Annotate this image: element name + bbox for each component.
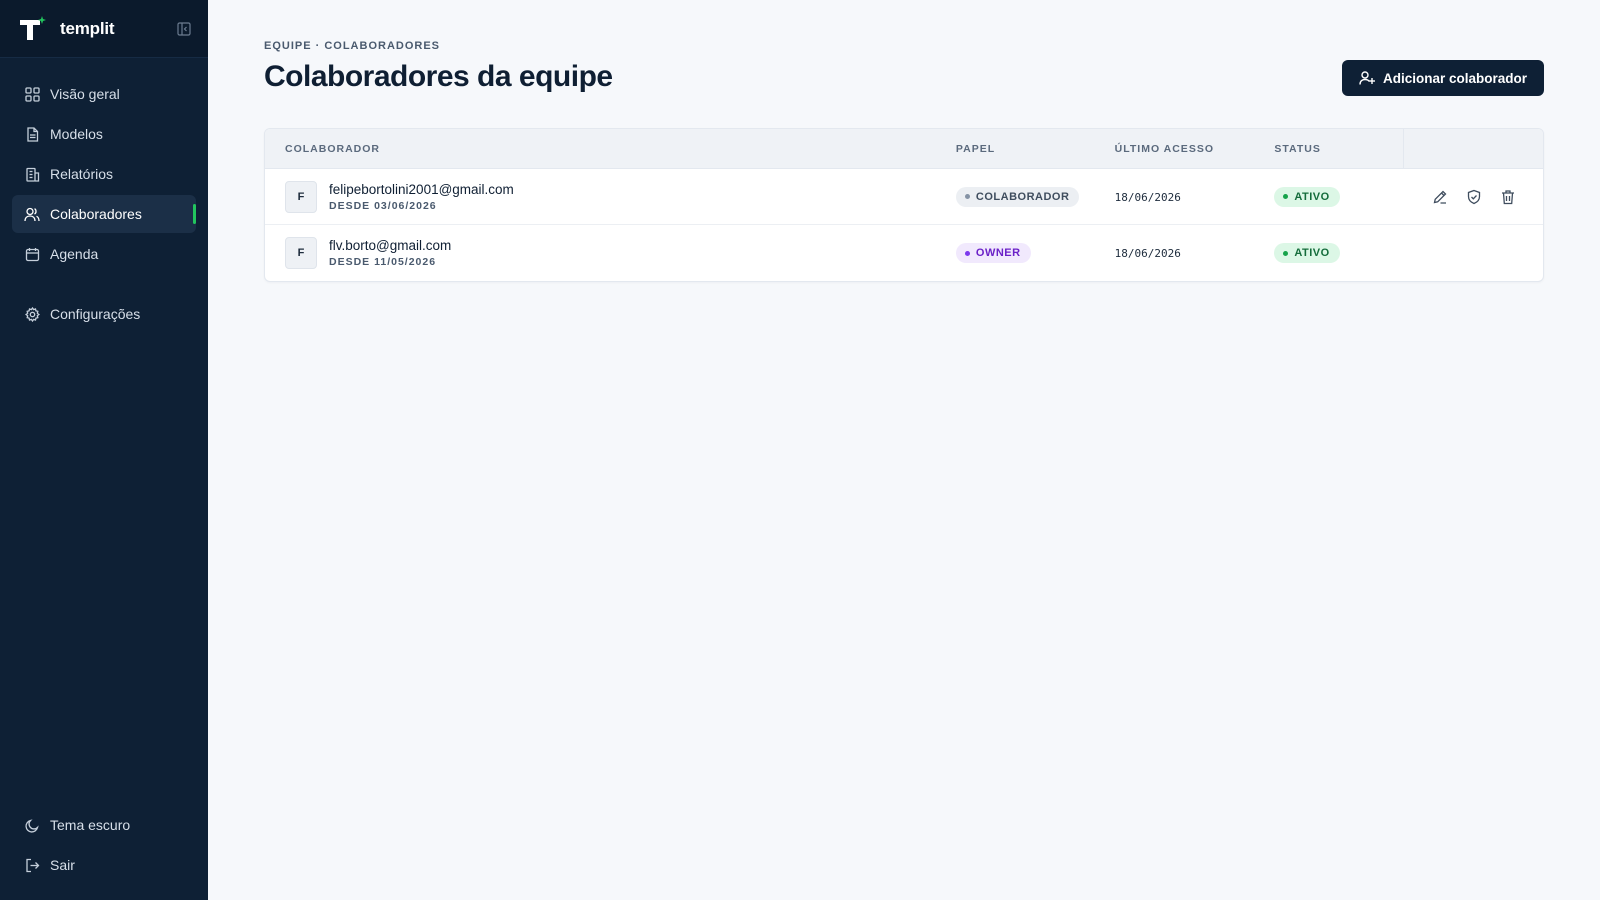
page-title: Colaboradores da equipe — [264, 60, 613, 93]
column-header-status[interactable]: STATUS — [1274, 129, 1405, 169]
status-cell: ATIVO — [1274, 186, 1404, 207]
collapse-sidebar-icon[interactable] — [177, 22, 191, 36]
sidebar-item-label: Relatórios — [50, 166, 114, 182]
badge-dot — [964, 250, 970, 256]
add-collaborator-label: Adicionar colaborador — [1382, 70, 1527, 86]
users-icon — [24, 206, 40, 222]
sidebar-item-visao-geral[interactable]: Visão geral — [12, 75, 196, 113]
sidebar-item-label: Tema escuro — [50, 817, 131, 833]
document-icon — [24, 126, 40, 142]
logout-icon — [24, 857, 40, 873]
badge-dot — [964, 194, 970, 200]
brand-name: templit — [60, 18, 115, 38]
role-badge: OWNER — [955, 243, 1031, 264]
badge-dot — [1283, 194, 1289, 200]
sidebar-item-tema-escuro[interactable]: Tema escuro — [12, 806, 196, 844]
sidebar: templit Visão geral Modelos Relatórios C… — [0, 0, 208, 900]
edit-icon[interactable] — [1429, 186, 1451, 208]
collaborator-since: DESDE 03/06/2026 — [329, 199, 437, 212]
sidebar-item-label: Agenda — [50, 246, 99, 262]
sidebar-item-colaboradores[interactable]: Colaboradores — [12, 195, 196, 233]
templit-logo-icon — [18, 15, 46, 43]
sidebar-item-label: Modelos — [50, 126, 103, 142]
gear-icon — [24, 306, 40, 322]
sidebar-item-label: Configurações — [50, 306, 141, 322]
sidebar-bottom: Tema escuro Sair — [12, 806, 196, 886]
status-label: ATIVO — [1294, 247, 1330, 260]
sidebar-item-label: Colaboradores — [50, 206, 142, 222]
sidebar-item-relatorios[interactable]: Relatórios — [12, 155, 196, 193]
last-access-date: 18/06/2026 — [1114, 190, 1181, 204]
avatar: F — [285, 180, 317, 213]
sidebar-item-label: Sair — [50, 857, 75, 873]
sidebar-item-configuracoes[interactable]: Configurações — [12, 295, 196, 333]
status-cell: ATIVO — [1274, 243, 1404, 264]
trash-icon[interactable] — [1497, 186, 1519, 208]
role-cell: OWNER — [955, 243, 1115, 264]
shield-check-icon[interactable] — [1463, 186, 1485, 208]
building-icon — [24, 166, 40, 182]
sidebar-item-label: Visão geral — [50, 86, 120, 102]
collaborators-table: COLABORADOR PAPEL ÚLTIMO ACESSO STATUS F… — [264, 128, 1544, 282]
moon-icon — [24, 817, 40, 833]
table-row[interactable]: F flv.borto@gmail.com DESDE 11/05/2026 O… — [265, 225, 1543, 281]
status-badge: ATIVO — [1274, 243, 1340, 264]
row-actions — [1404, 186, 1543, 208]
collaborator-since: DESDE 11/05/2026 — [329, 256, 437, 268]
role-cell: COLABORADOR — [955, 186, 1115, 207]
column-header-ultimo-acesso[interactable]: ÚLTIMO ACESSO — [1115, 129, 1275, 169]
collaborator-cell: F flv.borto@gmail.com DESDE 11/05/2026 — [265, 237, 956, 269]
column-header-papel[interactable]: PAPEL — [956, 129, 1115, 169]
sidebar-item-modelos[interactable]: Modelos — [12, 115, 196, 153]
add-collaborator-button[interactable]: Adicionar colaborador — [1341, 60, 1544, 96]
role-label: OWNER — [975, 247, 1021, 260]
role-badge: COLABORADOR — [955, 186, 1080, 207]
last-access-cell: 18/06/2026 — [1115, 188, 1275, 206]
breadcrumb: EQUIPE · COLABORADORES — [264, 40, 441, 52]
collaborator-email: felipebortolini2001@gmail.com — [329, 181, 514, 197]
role-label: COLABORADOR — [975, 190, 1070, 203]
avatar: F — [285, 237, 317, 269]
last-access-date: 18/06/2026 — [1114, 247, 1181, 260]
user-plus-icon — [1359, 70, 1375, 86]
column-header-colaborador[interactable]: COLABORADOR — [265, 129, 956, 169]
grid-icon — [24, 86, 40, 102]
sidebar-item-sair[interactable]: Sair — [12, 846, 196, 884]
collaborator-email: flv.borto@gmail.com — [329, 238, 452, 253]
status-label: ATIVO — [1294, 190, 1330, 203]
sidebar-nav: Visão geral Modelos Relatórios Colaborad… — [12, 75, 196, 335]
table-row[interactable]: F felipebortolini2001@gmail.com DESDE 03… — [265, 169, 1543, 225]
last-access-cell: 18/06/2026 — [1115, 244, 1275, 262]
table-header: COLABORADOR PAPEL ÚLTIMO ACESSO STATUS — [265, 129, 1543, 169]
calendar-icon — [24, 246, 40, 262]
collaborator-cell: F felipebortolini2001@gmail.com DESDE 03… — [265, 180, 956, 213]
sidebar-item-agenda[interactable]: Agenda — [12, 235, 196, 273]
badge-dot — [1283, 250, 1289, 256]
status-badge: ATIVO — [1274, 186, 1340, 207]
